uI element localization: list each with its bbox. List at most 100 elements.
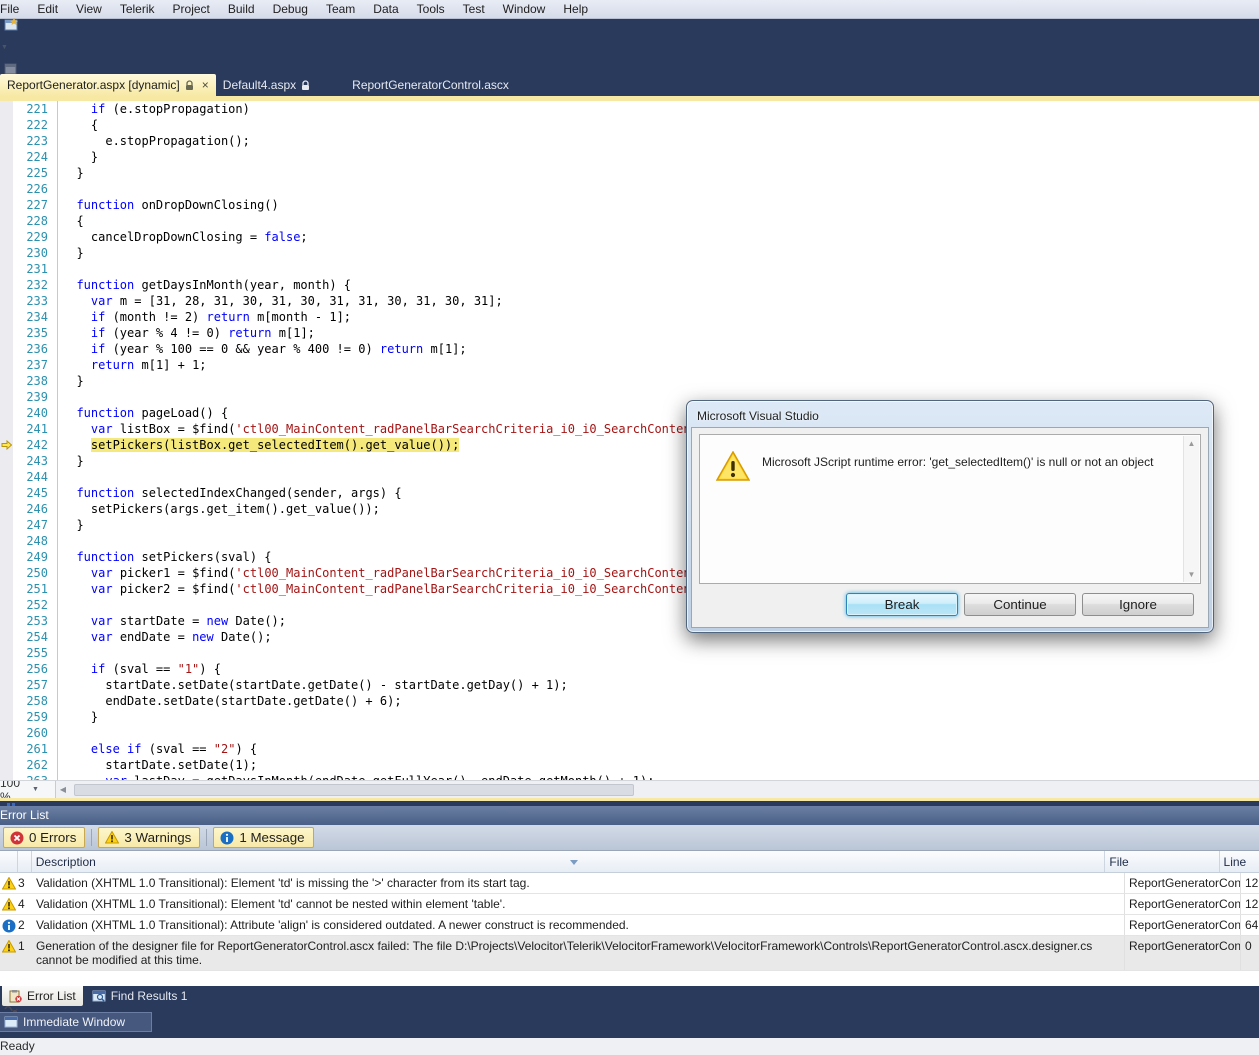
code-line[interactable]: 256 if (sval == "1") {	[0, 661, 1259, 677]
code-line[interactable]: 227 function onDropDownClosing()	[0, 197, 1259, 213]
break-button[interactable]: Break	[846, 593, 958, 616]
description-cell: Validation (XHTML 1.0 Transitional): Ele…	[36, 897, 506, 911]
code-line[interactable]: 258 endDate.setDate(startDate.getDate() …	[0, 693, 1259, 709]
code-line[interactable]: 237 return m[1] + 1;	[0, 357, 1259, 373]
error-list-row[interactable]: 3 Validation (XHTML 1.0 Transitional): El…	[0, 873, 1259, 894]
panel-tab-find-results-1[interactable]: Find Results 1	[85, 986, 195, 1006]
document-tab-3[interactable]: ReportGeneratorControl.ascx	[345, 74, 516, 96]
menu-item-debug[interactable]: Debug	[264, 0, 317, 18]
error-icon	[10, 831, 24, 844]
error-list-row[interactable]: 4 Validation (XHTML 1.0 Transitional): El…	[0, 894, 1259, 915]
code-line[interactable]: 231	[0, 261, 1259, 277]
new-project-icon[interactable]	[0, 14, 22, 36]
code-line[interactable]: 228 {	[0, 213, 1259, 229]
code-line[interactable]: 226	[0, 181, 1259, 197]
new-project-dropdown[interactable]: ▼	[0, 36, 9, 58]
menu-item-window[interactable]: Window	[494, 0, 555, 18]
immediate-window-tab[interactable]: Immediate Window	[0, 1012, 152, 1032]
code-text: function selectedIndexChanged(sender, ar…	[76, 486, 402, 500]
error-list-row[interactable]: 1 Generation of the designer file for Rep…	[0, 936, 1259, 971]
code-text: if (e.stopPropagation)	[90, 102, 250, 116]
sort-indicator-icon	[570, 860, 578, 865]
line-number: 234	[26, 310, 48, 324]
menu-item-edit[interactable]: Edit	[28, 0, 67, 18]
bottom-panel-tabs: Error List Find Results 1	[0, 986, 1259, 1006]
line-number: 253	[26, 614, 48, 628]
scroll-down-icon[interactable]: ▼	[1188, 570, 1196, 579]
line-number: 251	[26, 582, 48, 596]
file-column-header[interactable]: File	[1105, 851, 1220, 872]
filter-label: 1 Message	[239, 830, 305, 845]
error-list-tab-icon	[9, 990, 22, 1003]
file-cell: ReportGeneratorControl.ascx	[1124, 873, 1240, 893]
code-text: if (month != 2) return m[month - 1];	[90, 310, 352, 324]
code-line[interactable]: 238 }	[0, 373, 1259, 389]
code-text: function setPickers(sval) {	[76, 550, 272, 564]
code-line[interactable]: 221 if (e.stopPropagation)	[0, 101, 1259, 117]
document-tab-label: Default4.aspx	[222, 78, 297, 92]
line-column-header[interactable]: Line	[1220, 851, 1259, 872]
menu-item-build[interactable]: Build	[219, 0, 264, 18]
menu-item-help[interactable]: Help	[554, 0, 597, 18]
error-list-title-bar[interactable]: Error List	[0, 806, 1259, 825]
line-number: 222	[26, 118, 48, 132]
continue-button[interactable]: Continue	[964, 593, 1076, 616]
code-line[interactable]: 222 {	[0, 117, 1259, 133]
severity-column-header[interactable]	[0, 851, 18, 872]
error-list-header[interactable]: Description File Line	[0, 851, 1259, 873]
error-list-row[interactable]: 2 Validation (XHTML 1.0 Transitional): At…	[0, 915, 1259, 936]
code-line[interactable]: 257 startDate.setDate(startDate.getDate(…	[0, 677, 1259, 693]
code-line[interactable]: 261 else if (sval == "2") {	[0, 741, 1259, 757]
hscroll-left-arrow[interactable]: ◀	[56, 785, 70, 794]
editor-zoom-combo[interactable]: 100 % ▼	[0, 781, 56, 798]
menu-item-data[interactable]: Data	[364, 0, 407, 18]
code-line[interactable]: 263 var lastDay = getDaysInMonth(endDate…	[0, 773, 1259, 780]
menu-item-tools[interactable]: Tools	[408, 0, 454, 18]
menu-item-test[interactable]: Test	[454, 0, 494, 18]
code-line[interactable]: 233 var m = [31, 28, 31, 30, 31, 30, 31,…	[0, 293, 1259, 309]
close-tab-icon[interactable]: ×	[202, 78, 209, 92]
dialog-buttons: Break Continue Ignore	[846, 593, 1194, 616]
menu-item-project[interactable]: Project	[164, 0, 219, 18]
document-tab-strip: ReportGenerator.aspx [dynamic] × Default4.…	[0, 70, 1259, 96]
message-scrollbar[interactable]: ▲ ▼	[1183, 436, 1199, 582]
code-line[interactable]: 224 }	[0, 149, 1259, 165]
hscroll-thumb[interactable]	[74, 783, 634, 796]
file-cell: ReportGeneratorControl.ascx	[1124, 936, 1240, 970]
filter-warning-button[interactable]: 3 Warnings	[98, 827, 201, 848]
code-line[interactable]: 225 }	[0, 165, 1259, 181]
code-text: var endDate = new Date();	[90, 630, 272, 644]
code-line[interactable]: 229 cancelDropDownClosing = false;	[0, 229, 1259, 245]
lock-icon	[185, 79, 193, 90]
code-line[interactable]: 236 if (year % 100 == 0 && year % 400 !=…	[0, 341, 1259, 357]
editor-bottom-bar: 100 % ▼ ◀	[0, 780, 1259, 798]
description-column-header[interactable]: Description	[32, 851, 1106, 872]
panel-tab-error-list[interactable]: Error List	[2, 986, 83, 1006]
code-line[interactable]: 259 }	[0, 709, 1259, 725]
code-line[interactable]: 255	[0, 645, 1259, 661]
code-text: if (year % 4 != 0) return m[1];	[90, 326, 315, 340]
line-number: 223	[26, 134, 48, 148]
file-cell: ReportGeneratorControl.ascx	[1124, 915, 1240, 935]
code-line[interactable]: 234 if (month != 2) return m[month - 1];	[0, 309, 1259, 325]
scroll-up-icon[interactable]: ▲	[1188, 439, 1196, 448]
code-line[interactable]: 260	[0, 725, 1259, 741]
code-line[interactable]: 223 e.stopPropagation();	[0, 133, 1259, 149]
code-line[interactable]: 235 if (year % 4 != 0) return m[1];	[0, 325, 1259, 341]
ignore-button[interactable]: Ignore	[1082, 593, 1194, 616]
line-number: 237	[26, 358, 48, 372]
menu-item-telerik[interactable]: Telerik	[111, 0, 164, 18]
menu-item-view[interactable]: View	[67, 0, 111, 18]
code-text: if (sval == "1") {	[90, 662, 221, 676]
number-column-header[interactable]	[18, 851, 32, 872]
filter-info-button[interactable]: 1 Message	[213, 827, 314, 848]
document-tab-2[interactable]: Default4.aspx	[216, 74, 317, 96]
filter-error-button[interactable]: 0 Errors	[3, 827, 86, 848]
document-tab-label: ReportGenerator.aspx [dynamic]	[7, 78, 180, 92]
code-line[interactable]: 262 startDate.setDate(1);	[0, 757, 1259, 773]
menu-item-team[interactable]: Team	[317, 0, 364, 18]
dialog-title[interactable]: Microsoft Visual Studio	[691, 405, 1209, 427]
code-line[interactable]: 232 function getDaysInMonth(year, month)…	[0, 277, 1259, 293]
code-line[interactable]: 230 }	[0, 245, 1259, 261]
document-tab-1[interactable]: ReportGenerator.aspx [dynamic] ×	[0, 74, 216, 96]
